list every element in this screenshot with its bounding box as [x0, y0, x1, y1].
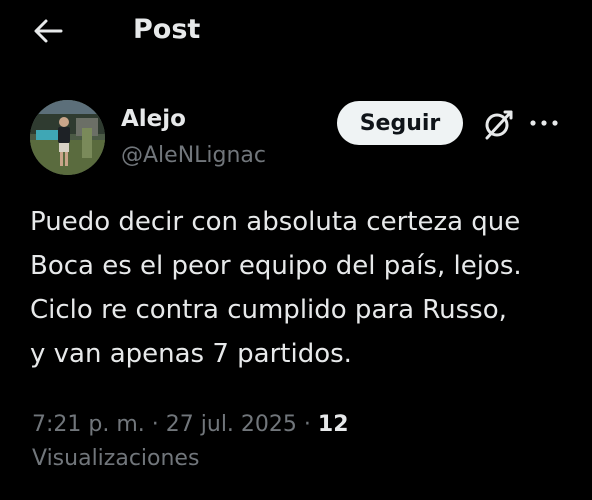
tweet-time[interactable]: 7:21 p. m.: [32, 412, 145, 437]
top-bar: Post: [0, 0, 592, 62]
more-options-icon: [530, 120, 558, 126]
tweet-line: Ciclo re contra cumplido para Russo,: [30, 295, 507, 325]
page-title: Post: [133, 14, 201, 45]
avatar[interactable]: [30, 100, 105, 175]
tweet-metadata: 7:21 p. m. · 27 jul. 2025 · 12 Visualiza…: [32, 408, 562, 476]
grok-icon: [485, 110, 513, 140]
follow-button[interactable]: Seguir: [337, 101, 463, 145]
views-count: 12: [317, 412, 349, 437]
tweet-line: Puedo decir con absoluta certeza que: [30, 207, 521, 237]
views-label: Visualizaciones: [32, 446, 200, 471]
arrow-left-icon: [34, 19, 63, 43]
more-options-button[interactable]: [526, 108, 562, 138]
meta-row: 7:21 p. m. · 27 jul. 2025 · 12: [32, 408, 562, 442]
grok-button[interactable]: [478, 105, 518, 145]
back-button[interactable]: [26, 12, 70, 50]
tweet-date[interactable]: 27 jul. 2025: [166, 412, 297, 437]
meta-separator: ·: [151, 412, 159, 437]
author-display-name[interactable]: Alejo: [121, 104, 186, 134]
meta-separator: ·: [303, 412, 311, 437]
avatar-photo: [30, 100, 105, 175]
tweet-line: y van apenas 7 partidos.: [30, 339, 352, 369]
tweet-text: Puedo decir con absoluta certeza que Boc…: [30, 200, 575, 376]
tweet-line: Boca es el peor equipo del país, lejos.: [30, 251, 522, 281]
author-handle[interactable]: @AleNLignac: [121, 141, 266, 171]
